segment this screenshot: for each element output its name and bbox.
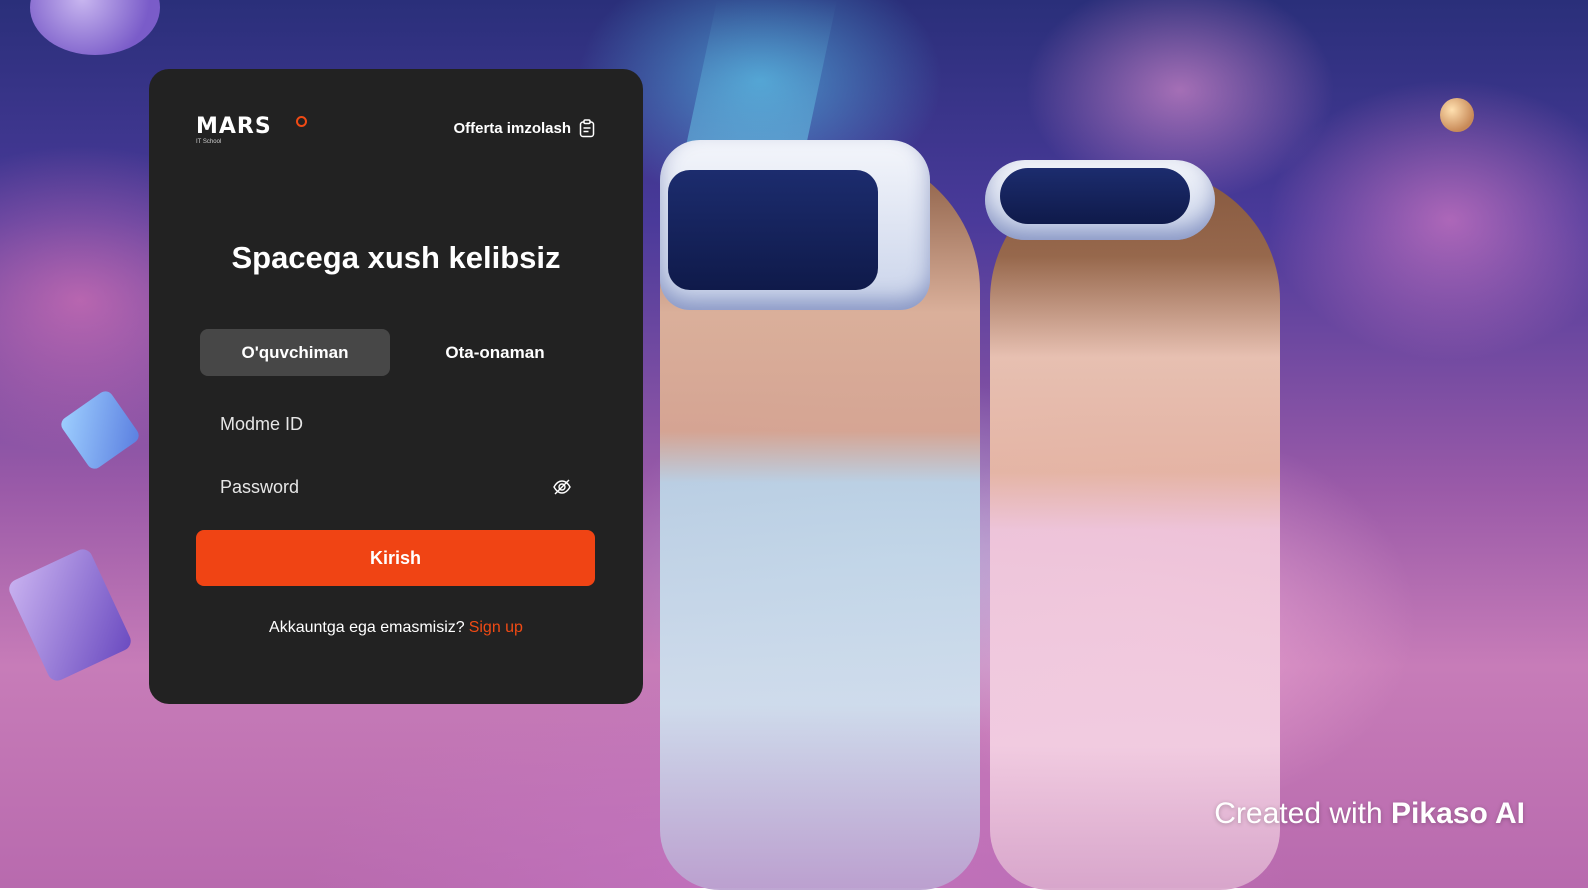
logo-dot-icon: [296, 116, 307, 127]
boy-vr-visor: [668, 170, 878, 290]
tab-parent[interactable]: Ota-onaman: [400, 329, 590, 376]
eye-off-icon[interactable]: [552, 477, 572, 502]
clipboard-icon: [579, 119, 595, 138]
small-planet-decoration: [1440, 98, 1474, 132]
tab-student[interactable]: O'quvchiman: [200, 329, 390, 376]
modme-id-field-wrapper: [200, 401, 592, 447]
light-beam-decoration: [682, 0, 838, 160]
girl-vr-visor: [1000, 168, 1190, 224]
offer-sign-link[interactable]: Offerta imzolash: [453, 119, 595, 138]
watermark-prefix: Created with: [1214, 797, 1383, 830]
login-button[interactable]: Kirish: [196, 530, 595, 586]
signup-prompt: Akkauntga ega emasmisiz?: [269, 619, 465, 636]
role-tabs: O'quvchiman Ota-onaman: [200, 329, 592, 376]
watermark-brand: Pikaso AI: [1391, 797, 1525, 830]
password-field-wrapper: [200, 464, 592, 510]
page-title: Spacega xush kelibsiz: [231, 240, 561, 275]
watermark: Created with Pikaso AI: [1214, 797, 1525, 831]
signup-row: Akkauntga ega emasmisiz? Sign up: [149, 619, 643, 637]
girl-figure: [990, 170, 1280, 890]
signup-link[interactable]: Sign up: [469, 619, 523, 636]
floating-phone-decoration: [58, 388, 142, 472]
mars-logo: MARS IT School: [196, 116, 314, 152]
password-input[interactable]: [200, 475, 542, 499]
login-card: MARS IT School Offerta imzolash Spacega …: [149, 69, 643, 704]
logo-subtext: IT School: [196, 139, 222, 145]
floating-tablet-decoration: [5, 546, 135, 684]
modme-id-input[interactable]: [200, 412, 542, 436]
planet-decoration: [30, 0, 160, 55]
offer-link-label: Offerta imzolash: [453, 120, 571, 137]
